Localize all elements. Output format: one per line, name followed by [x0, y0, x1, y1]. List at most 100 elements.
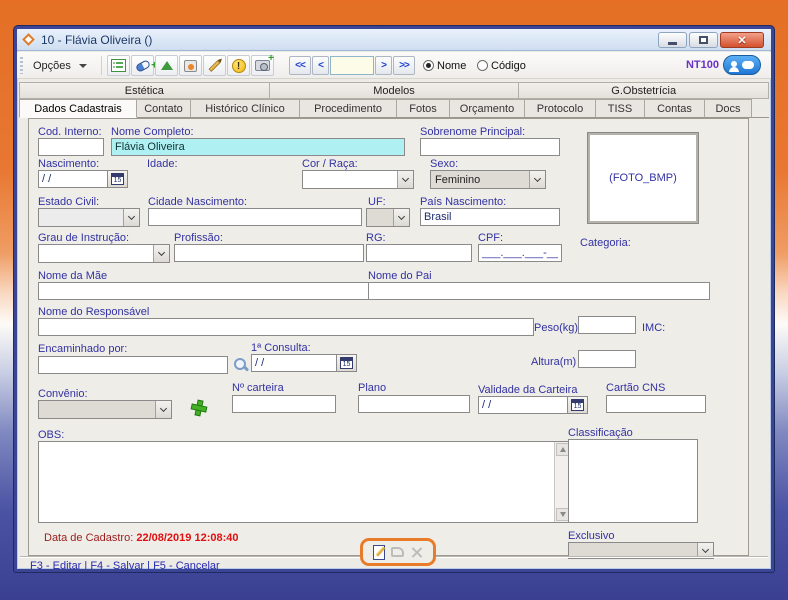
tab-estetica[interactable]: Estética	[19, 82, 270, 99]
cartao-cns-label: Cartão CNS	[606, 382, 665, 394]
exclusivo-label: Exclusivo	[568, 530, 614, 542]
tab-tiss[interactable]: TISS	[596, 99, 645, 118]
primeira-consulta-label: 1ª Consulta:	[251, 342, 311, 354]
maximize-button[interactable]	[689, 32, 718, 48]
grau-instrucao-label: Grau de Instrução:	[38, 232, 129, 244]
search-icon[interactable]	[233, 357, 249, 373]
maximize-icon	[699, 36, 708, 44]
alert-button[interactable]: !	[227, 55, 250, 76]
calendar-icon: 15	[111, 173, 124, 185]
nome-pai-input[interactable]	[368, 282, 710, 300]
options-menu-button[interactable]: Opções	[27, 56, 93, 75]
chat-bubble-icon	[742, 61, 754, 69]
cpf-input[interactable]	[478, 244, 562, 262]
rg-input[interactable]	[366, 244, 472, 262]
tab-contas[interactable]: Contas	[645, 99, 705, 118]
nav-next-button[interactable]: >	[375, 56, 392, 75]
tab-orcamento[interactable]: Orçamento	[450, 99, 525, 118]
nav-first-button[interactable]: <<	[289, 56, 311, 75]
data-cadastro-value: 22/08/2019 12:08:40	[136, 532, 238, 544]
grau-instrucao-select[interactable]	[38, 244, 170, 263]
convenio-select[interactable]	[38, 400, 172, 419]
cod-interno-input[interactable]	[38, 138, 104, 156]
add-photo-button[interactable]	[251, 55, 274, 76]
tab-procedimento[interactable]: Procedimento	[300, 99, 397, 118]
search-input[interactable]	[330, 56, 374, 75]
calendar-icon: 15	[571, 399, 584, 411]
peso-input[interactable]	[578, 316, 636, 334]
person-icon	[731, 61, 737, 67]
tab-gobstetricia[interactable]: G.Obstetrícia	[519, 82, 769, 99]
triangle-icon	[161, 61, 173, 70]
tab-modelos[interactable]: Modelos	[270, 82, 520, 99]
encaminhado-input[interactable]	[38, 356, 228, 374]
minimize-button[interactable]	[658, 32, 687, 48]
radio-nome[interactable]	[423, 60, 434, 71]
support-chat-button[interactable]	[723, 55, 761, 75]
altura-label: Altura(m)	[531, 356, 576, 368]
add-medication-button[interactable]	[131, 55, 154, 76]
version-badge: NT100	[686, 59, 719, 71]
app-icon	[22, 33, 35, 46]
encaminhado-label: Encaminhado por:	[38, 343, 127, 355]
tab-fotos[interactable]: Fotos	[397, 99, 450, 118]
chevron-down-icon	[397, 171, 413, 188]
plano-input[interactable]	[358, 395, 470, 413]
profissao-input[interactable]	[174, 244, 364, 262]
add-photo-icon	[255, 60, 270, 71]
cidade-nascimento-label: Cidade Nascimento:	[148, 196, 247, 208]
window-title: 10 - Flávia Oliveira ()	[41, 33, 152, 47]
cpf-label: CPF:	[478, 232, 503, 244]
sexo-select[interactable]: Feminino	[430, 170, 546, 189]
tab-protocolo[interactable]: Protocolo	[525, 99, 596, 118]
nascimento-calendar-button[interactable]: 15	[108, 170, 128, 188]
edit-button[interactable]	[203, 55, 226, 76]
estado-civil-label: Estado Civil:	[38, 196, 99, 208]
altura-input[interactable]	[578, 350, 636, 368]
obs-scrollbar[interactable]	[554, 442, 569, 522]
cor-raca-select[interactable]	[302, 170, 414, 189]
nome-completo-input[interactable]	[111, 138, 405, 156]
package-button[interactable]	[179, 55, 202, 76]
radio-codigo[interactable]	[477, 60, 488, 71]
patient-photo-placeholder[interactable]: (FOTO_BMP)	[588, 133, 698, 223]
tab-dados-cadastrais[interactable]: Dados Cadastrais	[19, 99, 137, 118]
toolbar-grip[interactable]	[20, 57, 23, 74]
primeira-consulta-calendar-button[interactable]: 15	[337, 354, 357, 372]
chart-button[interactable]	[155, 55, 178, 76]
sexo-label: Sexo:	[430, 158, 458, 170]
pais-nascimento-input[interactable]	[420, 208, 560, 226]
validade-carteira-input[interactable]	[478, 396, 568, 414]
records-icon	[111, 59, 126, 72]
uf-select[interactable]	[366, 208, 410, 227]
nome-mae-input[interactable]	[38, 282, 370, 300]
tab-filler	[752, 99, 769, 118]
nav-prev-button[interactable]: <	[312, 56, 329, 75]
tab-docs[interactable]: Docs	[705, 99, 752, 118]
cidade-nascimento-input[interactable]	[148, 208, 362, 226]
chevron-down-icon	[155, 401, 171, 418]
tab-historico-clinico[interactable]: Histórico Clínico	[191, 99, 300, 118]
primeira-consulta-input[interactable]	[251, 354, 337, 372]
edit-icon[interactable]	[373, 545, 385, 560]
cartao-cns-input[interactable]	[606, 395, 706, 413]
tab-contato[interactable]: Contato	[137, 99, 191, 118]
validade-calendar-button[interactable]: 15	[568, 396, 588, 414]
add-medication-icon	[134, 59, 150, 73]
classificacao-listbox[interactable]	[568, 439, 698, 523]
estado-civil-select[interactable]	[38, 208, 140, 227]
sobrenome-input[interactable]	[420, 138, 560, 156]
nome-responsavel-input[interactable]	[38, 318, 534, 336]
obs-textarea[interactable]	[38, 441, 570, 523]
add-convenio-icon[interactable]	[191, 400, 208, 417]
close-button[interactable]: ✕	[720, 32, 764, 48]
records-button[interactable]	[107, 55, 130, 76]
classificacao-label: Classificação	[568, 427, 633, 439]
chevron-down-icon	[393, 209, 409, 226]
nascimento-input[interactable]	[38, 170, 108, 188]
categoria-label: Categoria:	[580, 237, 631, 249]
nav-last-button[interactable]: >>	[393, 56, 415, 75]
num-carteira-input[interactable]	[232, 395, 336, 413]
cor-raca-label: Cor / Raça:	[302, 158, 358, 170]
nome-responsavel-label: Nome do Responsável	[38, 306, 149, 318]
